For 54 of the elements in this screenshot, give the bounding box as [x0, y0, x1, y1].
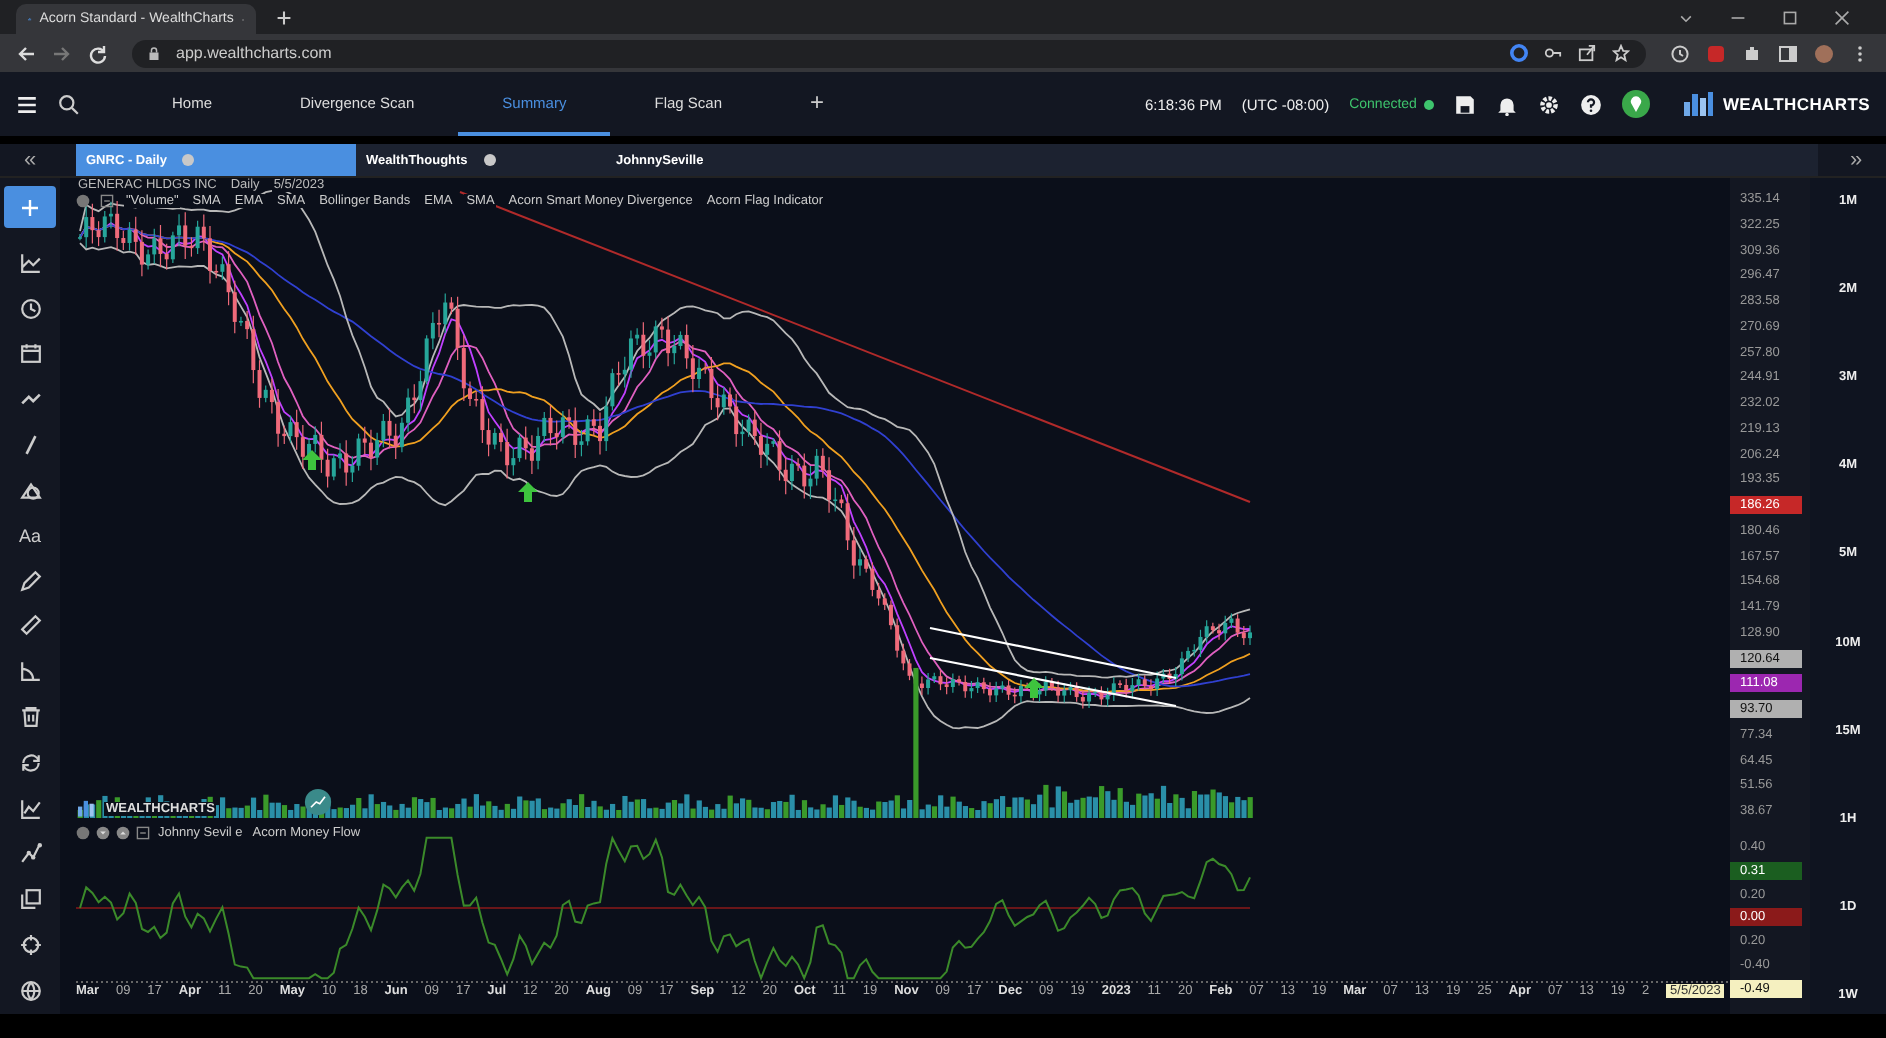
calendar-icon[interactable]: [19, 342, 41, 365]
text-tool[interactable]: Aa: [18, 525, 41, 546]
avatar-icon[interactable]: [1814, 43, 1834, 63]
refresh-icon[interactable]: [19, 751, 41, 774]
add-drawing-button[interactable]: [4, 186, 56, 228]
bar-logo-icon: [1682, 90, 1715, 118]
up-arrow-icon: [518, 482, 538, 502]
search-icon[interactable]: [58, 93, 80, 115]
angle-icon[interactable]: [19, 660, 41, 683]
forward-arrow-icon[interactable]: [52, 43, 72, 63]
address-bar[interactable]: app.wealthcharts.com: [132, 39, 1646, 67]
back-arrow-icon[interactable]: [16, 43, 36, 63]
collapse-icon[interactable]: [100, 194, 114, 208]
lock-icon: [148, 45, 160, 61]
trash-icon[interactable]: [19, 705, 41, 728]
close-icon[interactable]: [1834, 9, 1850, 25]
move-down-icon[interactable]: [96, 826, 110, 840]
help-icon[interactable]: [1580, 93, 1603, 115]
up-arrow-icon: [302, 450, 322, 470]
location-pin-icon[interactable]: [1622, 90, 1651, 118]
maximize-icon[interactable]: [1782, 9, 1798, 25]
collapse-icon[interactable]: [136, 826, 150, 840]
g-logo-icon[interactable]: [1510, 44, 1528, 62]
brand-logo: WEALTHCHARTS: [1722, 94, 1870, 114]
clock-icon[interactable]: [19, 297, 41, 320]
shapes-icon[interactable]: [19, 479, 41, 502]
copy-icon[interactable]: [19, 888, 41, 911]
bell-icon[interactable]: [1496, 93, 1519, 115]
key-icon[interactable]: [1544, 44, 1562, 62]
globe-icon[interactable]: [19, 979, 41, 1002]
sidebar-icon[interactable]: [1778, 43, 1798, 63]
menu-icon[interactable]: [16, 93, 38, 115]
history-icon[interactable]: [1670, 43, 1690, 63]
close-dot-icon[interactable]: [182, 154, 195, 166]
reload-icon[interactable]: [88, 43, 108, 63]
bar-logo-icon: [76, 798, 100, 818]
connected-points-icon[interactable]: [19, 842, 41, 865]
star-icon[interactable]: [1612, 44, 1630, 62]
puzzle-icon[interactable]: [1742, 43, 1762, 63]
up-arrow-icon: [1024, 678, 1044, 698]
trend-badge-icon[interactable]: [304, 788, 332, 816]
close-dot-icon[interactable]: [483, 154, 496, 166]
crosshair-icon[interactable]: [19, 934, 41, 956]
plus-icon: [20, 197, 40, 217]
move-up-icon[interactable]: [116, 826, 130, 840]
pencil-icon[interactable]: [19, 569, 41, 591]
share-icon[interactable]: [1578, 44, 1596, 62]
save-icon[interactable]: [1454, 93, 1477, 115]
add-tab-button[interactable]: +: [766, 72, 869, 136]
status-dot-icon: [1424, 99, 1435, 109]
line-chart-icon[interactable]: [19, 797, 41, 820]
new-tab-icon[interactable]: [276, 9, 292, 25]
ruler-icon[interactable]: [19, 614, 41, 637]
area-chart-icon[interactable]: [19, 251, 41, 274]
